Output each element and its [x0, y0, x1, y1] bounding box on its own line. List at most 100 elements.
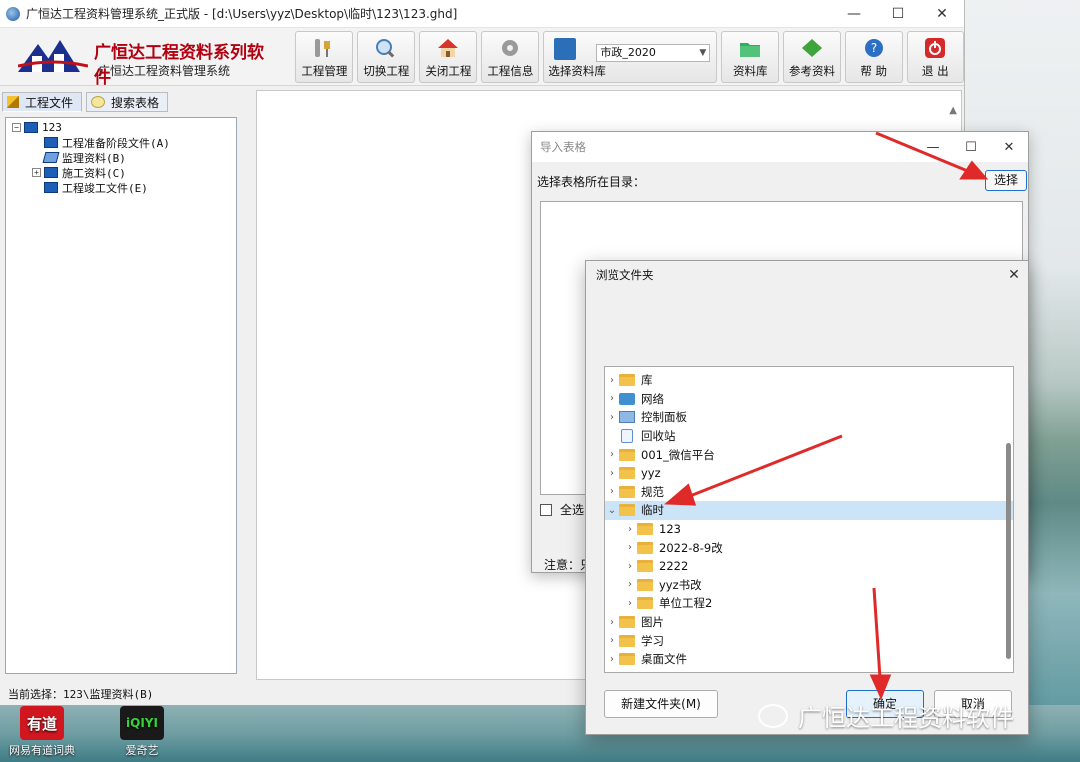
chevron-down-icon[interactable]: ⌄ — [605, 505, 619, 516]
close-button[interactable]: ✕ — [920, 6, 964, 22]
tab-search-tables[interactable]: 搜索表格 — [86, 92, 169, 112]
switch-project-button[interactable]: 切换工程 — [357, 30, 416, 83]
folder-row[interactable]: ⌄ 临时 — [605, 501, 1013, 520]
tab-project-files[interactable]: 工程文件 — [2, 92, 83, 112]
new-folder-button[interactable]: 新建文件夹(M) — [604, 690, 718, 718]
library-select[interactable]: 市政_2020 ▼ — [596, 43, 711, 62]
chevron-right-icon[interactable]: › — [623, 561, 637, 572]
folder-icon — [637, 541, 653, 554]
folder-icon — [619, 504, 635, 517]
scroll-up-icon[interactable]: ▲ — [949, 105, 957, 116]
folder-label: 2022-8-9改 — [659, 540, 723, 555]
iqiyi-icon: iQIYI — [120, 706, 164, 740]
import-dialog-title-bar[interactable]: 导入表格 — ☐ ✕ — [532, 132, 1028, 162]
folder-icon — [619, 485, 635, 498]
choose-directory-button[interactable]: 选择 — [985, 170, 1027, 191]
scrollbar[interactable] — [1006, 443, 1011, 659]
folder-row[interactable]: › 2222 — [605, 557, 1013, 576]
select-all-checkbox[interactable]: 全选 — [540, 501, 584, 518]
tree-item-label: 工程准备阶段文件(A) — [62, 136, 170, 150]
tree-item[interactable]: + 施工资料(C) — [6, 165, 236, 180]
expand-icon[interactable]: + — [32, 168, 41, 177]
chevron-right-icon[interactable]: › — [605, 375, 619, 386]
power-icon — [922, 36, 948, 60]
folder-icon — [637, 578, 653, 591]
project-management-button[interactable]: 工程管理 — [295, 30, 354, 83]
chevron-right-icon[interactable]: › — [605, 486, 619, 497]
collapse-icon[interactable]: − — [12, 123, 21, 132]
chevron-right-icon[interactable]: › — [605, 412, 619, 423]
tools-icon — [311, 36, 337, 60]
folder-row[interactable]: › 123 — [605, 520, 1013, 539]
tab-project-files-label: 工程文件 — [25, 95, 74, 110]
help-button[interactable]: ? 帮 助 — [844, 30, 903, 83]
folder-row[interactable]: › 单位工程2 — [605, 594, 1013, 613]
folder-row[interactable]: › yyz书改 — [605, 576, 1013, 595]
project-info-button[interactable]: 工程信息 — [481, 30, 540, 83]
help-label: 帮 助 — [860, 63, 888, 78]
folder-row[interactable]: › 桌面文件 — [605, 650, 1013, 669]
close-button[interactable]: ✕ — [990, 140, 1028, 155]
import-dialog-title: 导入表格 — [540, 140, 586, 154]
folder-book-icon — [44, 137, 58, 148]
maximize-button[interactable]: ☐ — [876, 6, 920, 22]
chevron-right-icon[interactable]: › — [623, 524, 637, 535]
select-library-group: 市政_2020 ▼ 选择资料库 — [543, 30, 718, 83]
help-icon: ? — [861, 36, 887, 60]
wechat-icon — [758, 703, 788, 728]
folder-row[interactable]: 回收站 — [605, 427, 1013, 446]
folder-label: 回收站 — [641, 429, 676, 444]
folder-tree: › 库 › 网络 › 控制面板 回收站 › 001_微信平台 › yyz › 规范 ⌄ 临时 › 123 › 202… — [604, 366, 1014, 673]
desktop-icon-youdao[interactable]: 有道 网易有道词典 — [2, 706, 82, 758]
folder-row[interactable]: › 图片 — [605, 613, 1013, 632]
tree-item[interactable]: 工程竣工文件(E) — [6, 180, 236, 195]
minimize-button[interactable]: — — [914, 140, 952, 155]
folder-row[interactable]: › yyz — [605, 464, 1013, 483]
folder-label: 网络 — [641, 391, 664, 406]
tree-item-selected[interactable]: 监理资料(B) — [6, 150, 236, 165]
svg-text:?: ? — [871, 41, 877, 55]
chevron-right-icon[interactable]: › — [605, 393, 619, 404]
folder-icon — [619, 374, 635, 387]
folder-row[interactable]: › 规范 — [605, 483, 1013, 502]
book-icon — [554, 37, 577, 60]
reference-label: 参考资料 — [788, 63, 835, 78]
exit-button[interactable]: 退 出 — [906, 30, 965, 83]
chevron-right-icon[interactable]: › — [605, 468, 619, 479]
chevron-right-icon[interactable]: › — [605, 654, 619, 665]
flag-icon — [7, 96, 19, 108]
magnifier-icon — [373, 36, 399, 60]
tree-item-label: 监理资料(B) — [62, 151, 126, 165]
folder-row[interactable]: › 2022-8-9改 — [605, 538, 1013, 557]
tree-root-label: 123 — [42, 121, 62, 134]
desktop-icon-iqiyi[interactable]: iQIYI 爱奇艺 — [102, 706, 182, 758]
chevron-right-icon[interactable]: › — [623, 598, 637, 609]
minimize-button[interactable]: — — [832, 6, 876, 22]
folder-label: 库 — [641, 373, 653, 388]
maximize-button[interactable]: ☐ — [952, 140, 990, 155]
folder-row[interactable]: › 控制面板 — [605, 408, 1013, 427]
main-title-bar[interactable]: 广恒达工程资料管理系统_正式版 - [d:\Users\yyz\Desktop\… — [0, 0, 964, 28]
close-button[interactable]: ✕ — [1000, 267, 1028, 283]
folder-row[interactable]: › 库 — [605, 371, 1013, 390]
folder-row[interactable]: › 网络 — [605, 390, 1013, 409]
close-project-button[interactable]: 关闭工程 — [419, 30, 478, 83]
tree-root[interactable]: − 123 — [6, 120, 236, 135]
folder-row[interactable]: › 001_微信平台 — [605, 445, 1013, 464]
folder-row[interactable]: › 学习 — [605, 631, 1013, 650]
speech-bubble-icon — [91, 96, 106, 108]
folder-icon — [637, 597, 653, 610]
reference-button[interactable]: 参考资料 — [782, 30, 841, 83]
chevron-right-icon[interactable]: › — [605, 449, 619, 460]
toolbar: 广恒达工程资料系列软件 广恒达工程资料管理系统 工程管理 切换工程 关闭工程 工… — [0, 28, 965, 88]
browse-dialog-title-bar[interactable]: 浏览文件夹 ✕ — [586, 261, 1028, 289]
chevron-right-icon[interactable]: › — [605, 635, 619, 646]
folder-icon — [637, 523, 653, 536]
tree-item[interactable]: 工程准备阶段文件(A) — [6, 135, 236, 150]
chevron-right-icon[interactable]: › — [605, 617, 619, 628]
chevron-right-icon[interactable]: › — [623, 579, 637, 590]
checkbox-icon[interactable] — [540, 503, 552, 516]
resource-library-button[interactable]: 资料库 — [721, 30, 779, 83]
chevron-right-icon[interactable]: › — [623, 542, 637, 553]
switch-project-label: 切换工程 — [363, 63, 410, 78]
